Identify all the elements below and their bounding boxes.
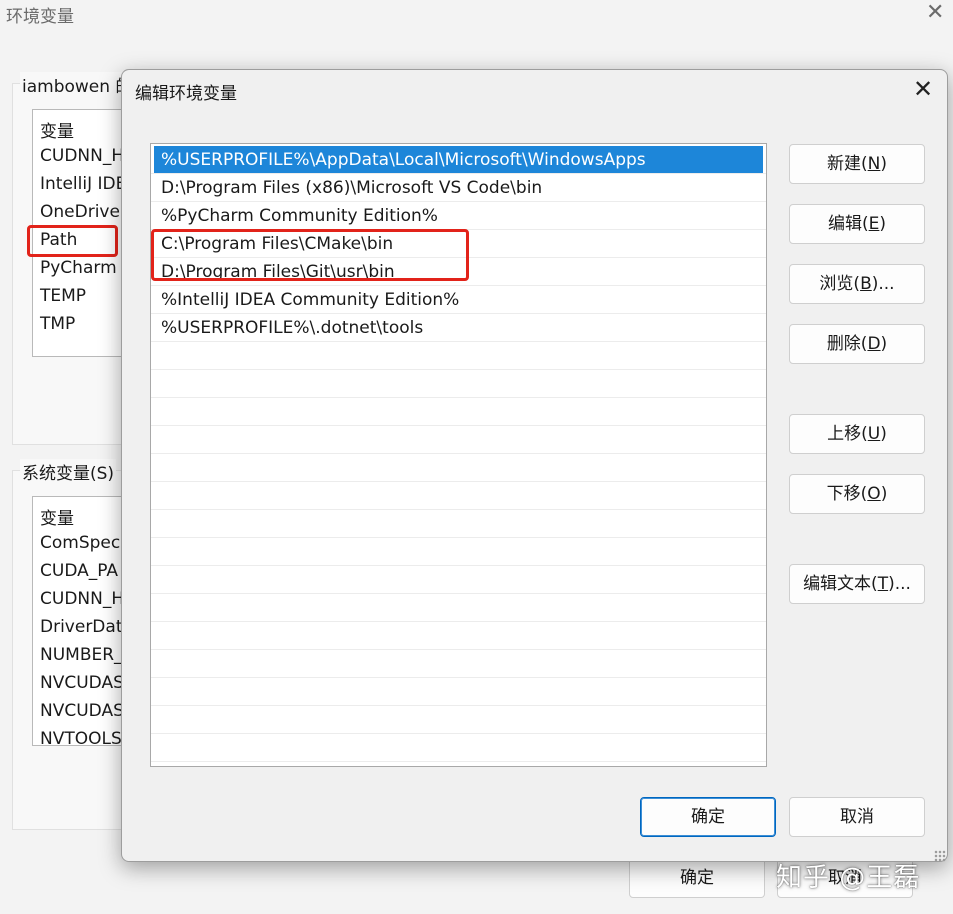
cancel-button[interactable]: 取消 [789, 797, 925, 837]
list-item[interactable]: NVCUDAS [40, 701, 124, 721]
dialog-title: 编辑环境变量 [135, 84, 237, 104]
edit-environment-variable-dialog: 编辑环境变量 ✕ %USERPROFILE%\AppData\Local\Mic… [121, 69, 948, 862]
move-up-button[interactable]: 上移(U) [789, 414, 925, 454]
list-item[interactable]: DriverDat [40, 617, 123, 637]
path-highlight-box [27, 225, 118, 257]
new-button[interactable]: 新建(N) [789, 144, 925, 184]
path-list-item[interactable]: D:\Program Files\Git\usr\bin [154, 258, 763, 286]
window-title: 环境变量 [6, 7, 74, 27]
close-icon[interactable]: ✕ [908, 74, 938, 104]
delete-button[interactable]: 删除(D) [789, 324, 925, 364]
path-list-item[interactable]: D:\Program Files (x86)\Microsoft VS Code… [154, 174, 763, 202]
watermark: 知乎 @王磊 [776, 863, 921, 893]
list-item[interactable]: NVCUDAS [40, 673, 124, 693]
path-list-item[interactable]: %USERPROFILE%\AppData\Local\Microsoft\Wi… [154, 146, 763, 174]
path-list-item[interactable]: C:\Program Files\CMake\bin [154, 230, 763, 258]
system-variables-label: 系统变量(S) [20, 459, 117, 484]
list-item[interactable]: NUMBER_ [40, 645, 123, 665]
list-item[interactable]: TMP [40, 314, 75, 334]
list-item[interactable]: PyCharm [40, 258, 117, 278]
list-item[interactable]: IntelliJ IDE [40, 174, 126, 194]
list-item[interactable]: TEMP [40, 286, 86, 306]
list-item[interactable]: ComSpec [40, 533, 120, 553]
browse-button[interactable]: 浏览(B)... [789, 264, 925, 304]
column-header-variable: 变量 [40, 122, 74, 142]
user-variables-label: iambowen 的 [20, 72, 135, 97]
move-down-button[interactable]: 下移(O) [789, 474, 925, 514]
ok-button[interactable]: 确定 [629, 858, 765, 898]
list-item[interactable]: NVTOOLS [40, 729, 122, 745]
list-item[interactable]: CUDNN_H [40, 146, 124, 166]
close-icon[interactable]: ✕ [926, 2, 944, 24]
edit-button[interactable]: 编辑(E) [789, 204, 925, 244]
list-item[interactable]: CUDA_PA [40, 561, 118, 581]
list-item[interactable]: CUDNN_H [40, 589, 124, 609]
path-list-item[interactable]: %IntelliJ IDEA Community Edition% [154, 286, 763, 314]
resize-grip-icon[interactable] [934, 850, 946, 862]
list-item[interactable]: OneDrive [40, 202, 120, 222]
column-header-variable: 变量 [40, 509, 74, 529]
path-list-item[interactable]: %PyCharm Community Edition% [154, 202, 763, 230]
ok-button[interactable]: 确定 [640, 797, 776, 837]
path-list[interactable]: %USERPROFILE%\AppData\Local\Microsoft\Wi… [150, 143, 767, 767]
edit-text-button[interactable]: 编辑文本(T)... [789, 564, 925, 604]
path-list-item[interactable]: %USERPROFILE%\.dotnet\tools [154, 314, 763, 342]
